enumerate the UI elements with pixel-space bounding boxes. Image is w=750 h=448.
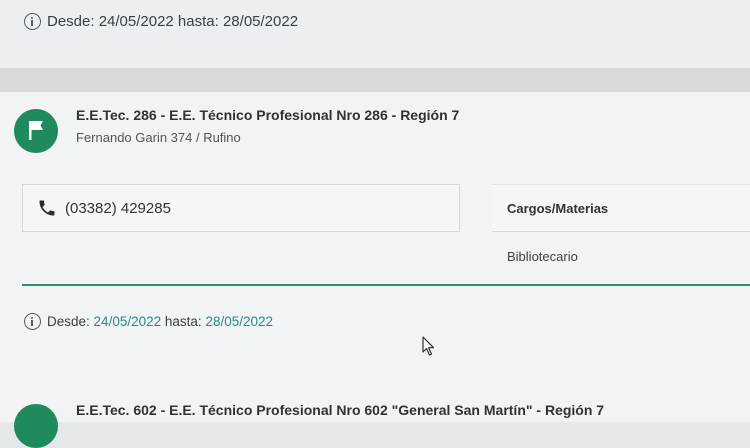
- school-badge: [14, 109, 58, 153]
- top-date-notice: Desde: 24/05/2022 hasta: 28/05/2022: [0, 0, 750, 68]
- phone-icon: [39, 200, 55, 216]
- info-icon: [24, 313, 41, 330]
- flag-icon: [29, 121, 43, 140]
- section-divider: [0, 68, 750, 92]
- mouse-cursor-icon: [422, 336, 435, 356]
- phone-field[interactable]: (03382) 429285: [22, 184, 460, 232]
- cargo-item: Bibliotecario: [507, 249, 578, 264]
- cargos-header: Cargos/Materias: [492, 184, 750, 232]
- info-icon: [24, 13, 41, 30]
- date-range: Desde: 24/05/2022 hasta: 28/05/2022: [24, 313, 273, 330]
- hasta-label: hasta:: [164, 314, 202, 329]
- phone-number: (03382) 429285: [65, 199, 171, 217]
- desde-date: 24/05/2022: [93, 314, 162, 329]
- school-address: Fernando Garin 374 / Rufino: [76, 130, 241, 145]
- next-school-name[interactable]: E.E.Tec. 602 - E.E. Técnico Profesional …: [76, 402, 604, 418]
- desde-label: Desde:: [47, 314, 90, 329]
- top-date-text: Desde: 24/05/2022 hasta: 28/05/2022: [47, 13, 299, 30]
- hasta-date: 28/05/2022: [205, 314, 274, 329]
- next-school-badge: [14, 404, 58, 448]
- accent-divider: [22, 284, 750, 286]
- school-name[interactable]: E.E.Tec. 286 - E.E. Técnico Profesional …: [76, 107, 459, 123]
